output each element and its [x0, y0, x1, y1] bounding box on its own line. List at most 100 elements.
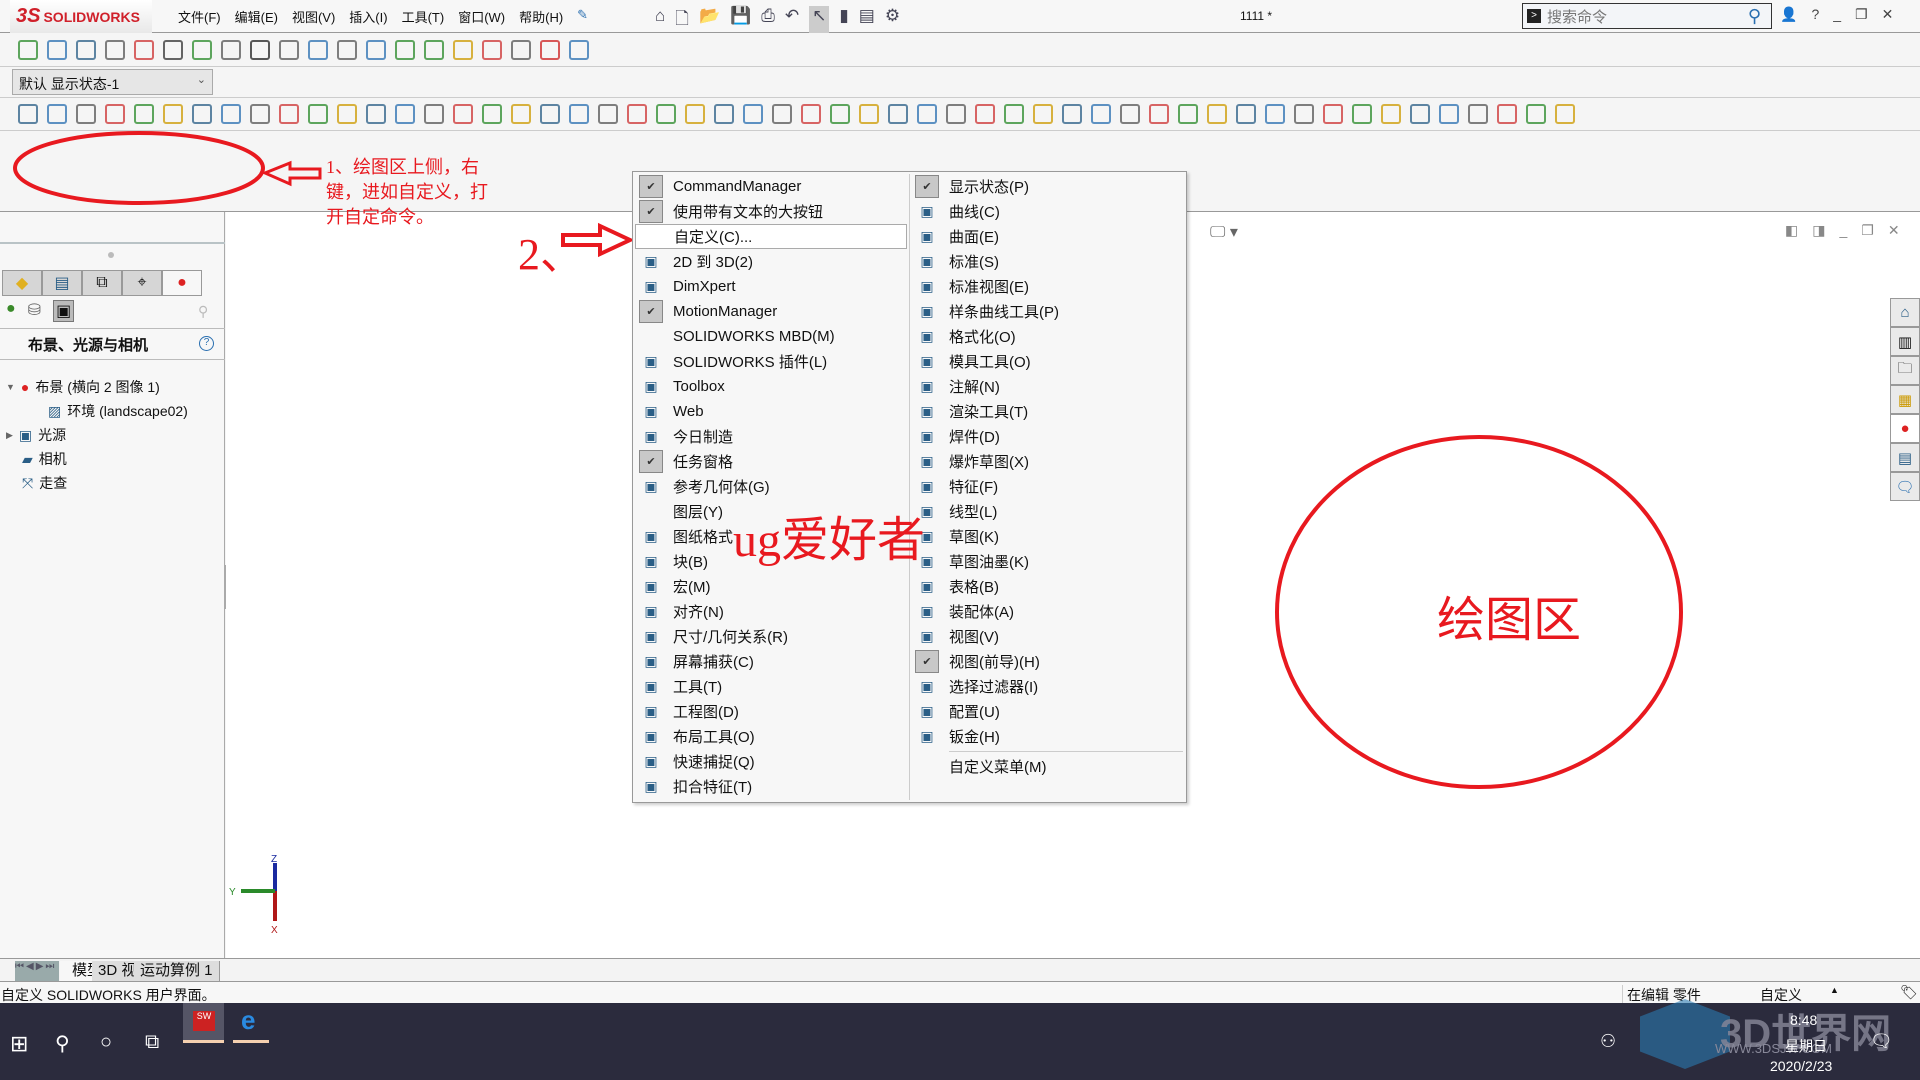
user-icon[interactable]: 👤	[1780, 6, 1797, 23]
clock-time[interactable]: 8:48	[1790, 1012, 1817, 1028]
toolbar-tool-icon[interactable]	[743, 104, 763, 124]
toolbar-tool-icon[interactable]	[482, 104, 502, 124]
menu-item[interactable]: ▣ 快速捕捉(Q)	[635, 749, 907, 774]
menu-tools[interactable]: 工具(T)	[402, 7, 445, 26]
addin-icon[interactable]	[569, 39, 589, 60]
tab-dimxpert-manager[interactable]: ⌖	[122, 270, 162, 296]
viewport-minimize-button[interactable]: _	[1839, 222, 1847, 239]
first-tab-icon[interactable]: ⏮	[15, 961, 24, 981]
menu-item[interactable]: ▣ 表格(B)	[911, 574, 1183, 599]
menu-item[interactable]: ▣ 尺寸/几何关系(R)	[635, 624, 907, 649]
menu-item[interactable]: ▣ 钣金(H)	[911, 724, 1183, 749]
toolbar-tool-icon[interactable]	[1497, 104, 1517, 124]
tag-icon[interactable]: 🏷	[1900, 984, 1918, 1001]
menu-item[interactable]: ▣ 焊件(D)	[911, 424, 1183, 449]
menu-file[interactable]: 文件(F)	[178, 7, 221, 26]
menu-item[interactable]: ▣ 爆炸草图(X)	[911, 449, 1183, 474]
solidworks-logo[interactable]: 3S SOLIDWORKS	[10, 0, 152, 33]
save-icon[interactable]: 💾	[730, 6, 751, 35]
next-tab-icon[interactable]: ▶	[36, 961, 44, 981]
menu-item[interactable]: ✔ 任务窗格	[635, 449, 907, 474]
mass-properties-icon[interactable]	[76, 39, 96, 60]
toolbar-tool-icon[interactable]	[1323, 104, 1343, 124]
compare-icon[interactable]	[395, 39, 415, 60]
toolbar-tool-icon[interactable]	[1410, 104, 1430, 124]
toolbar-tool-icon[interactable]	[192, 104, 212, 124]
last-tab-icon[interactable]: ⏭	[45, 961, 54, 981]
menu-item[interactable]: ▣ 参考几何体(G)	[635, 474, 907, 499]
cortana-icon[interactable]: ○	[100, 1031, 112, 1054]
thickness-icon[interactable]	[337, 39, 357, 60]
tree-item-walkthrough[interactable]: ⤧ 走查	[22, 472, 67, 494]
open-icon[interactable]: 📂	[699, 6, 720, 35]
design-checker-icon[interactable]	[511, 39, 531, 60]
task-pane-forum[interactable]: 🗨	[1890, 472, 1920, 501]
toolbar-tool-icon[interactable]	[18, 104, 38, 124]
viewport-restore-button[interactable]: ❐	[1861, 222, 1874, 239]
menu-item[interactable]: ▣ 选择过滤器(I)	[911, 674, 1183, 699]
task-pane-appearances[interactable]: ●	[1890, 414, 1920, 443]
tab-feature-manager[interactable]: ◆	[2, 270, 42, 296]
appearance-view-icon[interactable]: ●	[6, 300, 16, 322]
menu-item[interactable]: ▣ 工具(T)	[635, 674, 907, 699]
search-commands[interactable]: > 搜索命令 ⚲	[1522, 3, 1772, 29]
tree-item-lights[interactable]: ▶ ▣ 光源	[6, 424, 66, 446]
select-icon[interactable]: ↖	[809, 6, 830, 35]
menu-item[interactable]: ▣ 屏幕捕获(C)	[635, 649, 907, 674]
toolbar-tool-icon[interactable]	[859, 104, 879, 124]
appearance-icon[interactable]	[540, 39, 560, 60]
tab-configuration-manager[interactable]: ⧉	[82, 270, 122, 296]
check-icon[interactable]	[192, 39, 212, 60]
menu-item[interactable]: ▣ 配置(U)	[911, 699, 1183, 724]
search-icon[interactable]: ⚲	[1748, 6, 1761, 27]
toolbar-tool-icon[interactable]	[395, 104, 415, 124]
collapse-arrow-icon[interactable]: ▶	[6, 430, 13, 441]
tab-motion-study[interactable]: 运动算例 1	[134, 961, 220, 981]
toolbar-tool-icon[interactable]	[1062, 104, 1082, 124]
undo-icon[interactable]: ↶	[785, 6, 799, 35]
clock-date[interactable]: 2020/2/23	[1770, 1058, 1832, 1074]
toolbar-tool-icon[interactable]	[656, 104, 676, 124]
toolbar-tool-icon[interactable]	[830, 104, 850, 124]
toolbar-tool-icon[interactable]	[250, 104, 270, 124]
menu-item[interactable]: ▣ 草图油墨(K)	[911, 549, 1183, 574]
task-pane-design-library[interactable]: ▥	[1890, 327, 1920, 356]
toolbar-tool-icon[interactable]	[1439, 104, 1459, 124]
toolbar-tool-icon[interactable]	[569, 104, 589, 124]
menu-item[interactable]: ✔ CommandManager	[635, 174, 907, 199]
menu-item[interactable]: ▣ 今日制造	[635, 424, 907, 449]
toolbar-tool-icon[interactable]	[946, 104, 966, 124]
menu-item[interactable]: ▣ 装配体(A)	[911, 599, 1183, 624]
toolbar-tool-icon[interactable]	[1033, 104, 1053, 124]
tree-item-camera[interactable]: ▰ 相机	[22, 448, 67, 470]
clock-weekday[interactable]: 星期日	[1785, 1036, 1827, 1056]
excel-icon[interactable]	[424, 39, 444, 60]
menu-insert[interactable]: 插入(I)	[349, 7, 387, 26]
task-view-icon[interactable]: ⧉	[145, 1031, 159, 1054]
people-icon[interactable]: ⚇	[1600, 1031, 1616, 1052]
toolbar-tool-icon[interactable]	[1207, 104, 1227, 124]
menu-item[interactable]: ▣ 样条曲线工具(P)	[911, 299, 1183, 324]
toolbar-tool-icon[interactable]	[1236, 104, 1256, 124]
menu-item[interactable]: ✔ 视图(前导)(H)	[911, 649, 1183, 674]
minimize-button[interactable]: _	[1833, 6, 1841, 23]
tab-property-manager[interactable]: ▤	[42, 270, 82, 296]
rebuild-icon[interactable]: ▮	[839, 6, 848, 35]
toolbar-tool-icon[interactable]	[598, 104, 618, 124]
draft-analysis-icon[interactable]	[308, 39, 328, 60]
menu-item[interactable]: ▣ Toolbox	[635, 374, 907, 399]
symmetry-icon[interactable]	[366, 39, 386, 60]
toolbar-tool-icon[interactable]	[511, 104, 531, 124]
toolbar-tool-icon[interactable]	[685, 104, 705, 124]
task-pane-file-explorer[interactable]: 🗀	[1890, 356, 1920, 385]
menu-item[interactable]: ▣ 标准(S)	[911, 249, 1183, 274]
zebra-icon[interactable]	[453, 39, 473, 60]
toolbar-tool-icon[interactable]	[1004, 104, 1024, 124]
toolbar-tool-icon[interactable]	[1555, 104, 1575, 124]
tree-item-scene[interactable]: ▼ ● 布景 (横向 2 图像 1)	[6, 376, 160, 398]
menu-item[interactable]: ▣ 渲染工具(T)	[911, 399, 1183, 424]
toolbar-tool-icon[interactable]	[627, 104, 647, 124]
viewport-close-button[interactable]: ✕	[1888, 222, 1900, 239]
toolbar-tool-icon[interactable]	[1468, 104, 1488, 124]
filter-icon[interactable]: ⚲	[198, 303, 208, 320]
